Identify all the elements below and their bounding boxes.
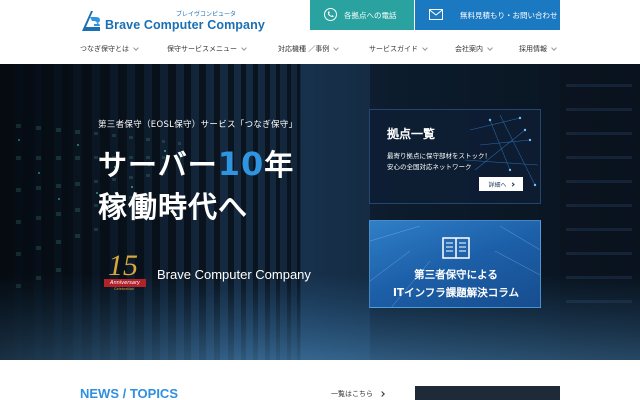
column-line1: 第三者保守による [414, 269, 498, 281]
hero-title-line1: サーバー10年 [98, 142, 294, 184]
chevron-down-icon [551, 44, 557, 51]
hero-title-prefix: サーバー [98, 148, 218, 182]
nav-item-label: 会社案内 [455, 45, 483, 53]
anniversary-emblem: 15 Anniversary Celebration [104, 249, 146, 297]
inquiry-label: 無料見積もり・お問い合わせ [460, 11, 558, 20]
chevron-right-icon [379, 391, 385, 397]
logo-mark-icon [82, 11, 100, 31]
phone-icon [324, 8, 337, 21]
phone-contact-label: 各拠点への電話 [344, 11, 397, 20]
chevron-down-icon [333, 44, 340, 51]
hero-subtitle: 第三者保守（EOSL保守）サービス「つなぎ保守」 [98, 120, 298, 130]
nav-item-label: 対応機種 ／事例 [278, 45, 330, 53]
nav-item-menu[interactable]: 保守サービスメニュー [167, 44, 247, 54]
anniversary-number: 15 [108, 249, 138, 282]
locations-line1: 最寄り拠点に保守部材をストック！ [387, 152, 491, 160]
chevron-right-icon [509, 181, 515, 187]
nav-item-company[interactable]: 会社案内 [455, 44, 493, 54]
anniversary-ribbon: Anniversary [104, 279, 146, 287]
nav-item-guide[interactable]: サービスガイド [369, 44, 428, 54]
brand-logo[interactable]: ブレイヴコンピュータ Brave Computer Company [80, 9, 265, 33]
chevron-down-icon [241, 44, 247, 51]
column-line2: ITインフラ課題解決コラム [393, 287, 519, 299]
nav-item-models[interactable]: 対応機種 ／事例 [278, 44, 340, 54]
brand-kana: ブレイヴコンピュータ [176, 11, 237, 18]
nav-item-label: サービスガイド [369, 45, 418, 53]
hero-title-number: 10 [217, 145, 265, 183]
global-nav: つなぎ保守とは 保守サービスメニュー 対応機種 ／事例 サービスガイド 会社案内… [0, 44, 640, 56]
hero-title-line2: 稼働時代へ [98, 190, 249, 224]
nav-item-tsunagi[interactable]: つなぎ保守とは [80, 44, 139, 54]
inquiry-button[interactable]: 無料見積もり・お問い合わせ [415, 0, 560, 30]
news-more-link[interactable]: 一覧はこちら [331, 389, 385, 399]
server-rack-image [0, 64, 640, 360]
news-section-title: NEWS / TOPICS [80, 386, 178, 400]
hero-banner: 第三者保守（EOSL保守）サービス「つなぎ保守」 サーバー10年 稼働時代へ 1… [0, 64, 640, 360]
news-more-label: 一覧はこちら [331, 390, 373, 398]
phone-contact-button[interactable]: 各拠点への電話 [310, 0, 414, 30]
brand-name: Brave Computer Company [105, 18, 265, 32]
locations-detail-button[interactable]: 詳細へ [479, 177, 523, 191]
chevron-down-icon [487, 44, 493, 51]
locations-detail-label: 詳細へ [488, 181, 507, 189]
locations-card[interactable]: 拠点一覧 最寄り拠点に保守部材をストック！ 安心の全国対応ネットワーク 詳細へ [369, 109, 541, 204]
chevron-down-icon [133, 44, 139, 51]
side-banner[interactable] [415, 386, 560, 400]
mail-icon [429, 9, 443, 20]
nav-item-label: 採用情報 [519, 45, 547, 53]
nav-item-recruit[interactable]: 採用情報 [519, 44, 557, 54]
hero-company-name: Brave Computer Company [157, 267, 311, 282]
locations-title: 拠点一覧 [387, 127, 436, 141]
nav-item-label: 保守サービスメニュー [167, 45, 237, 53]
anniversary-sub: Celebration [114, 287, 135, 291]
site-header: ブレイヴコンピュータ Brave Computer Company 各拠点への電… [0, 0, 640, 64]
chevron-down-icon [422, 44, 428, 51]
book-icon [442, 237, 470, 259]
hero-title-suffix: 年 [264, 148, 295, 182]
nav-item-label: つなぎ保守とは [80, 45, 129, 53]
column-card[interactable]: 第三者保守による ITインフラ課題解決コラム [369, 220, 541, 308]
locations-line2: 安心の全国対応ネットワーク [387, 163, 472, 171]
